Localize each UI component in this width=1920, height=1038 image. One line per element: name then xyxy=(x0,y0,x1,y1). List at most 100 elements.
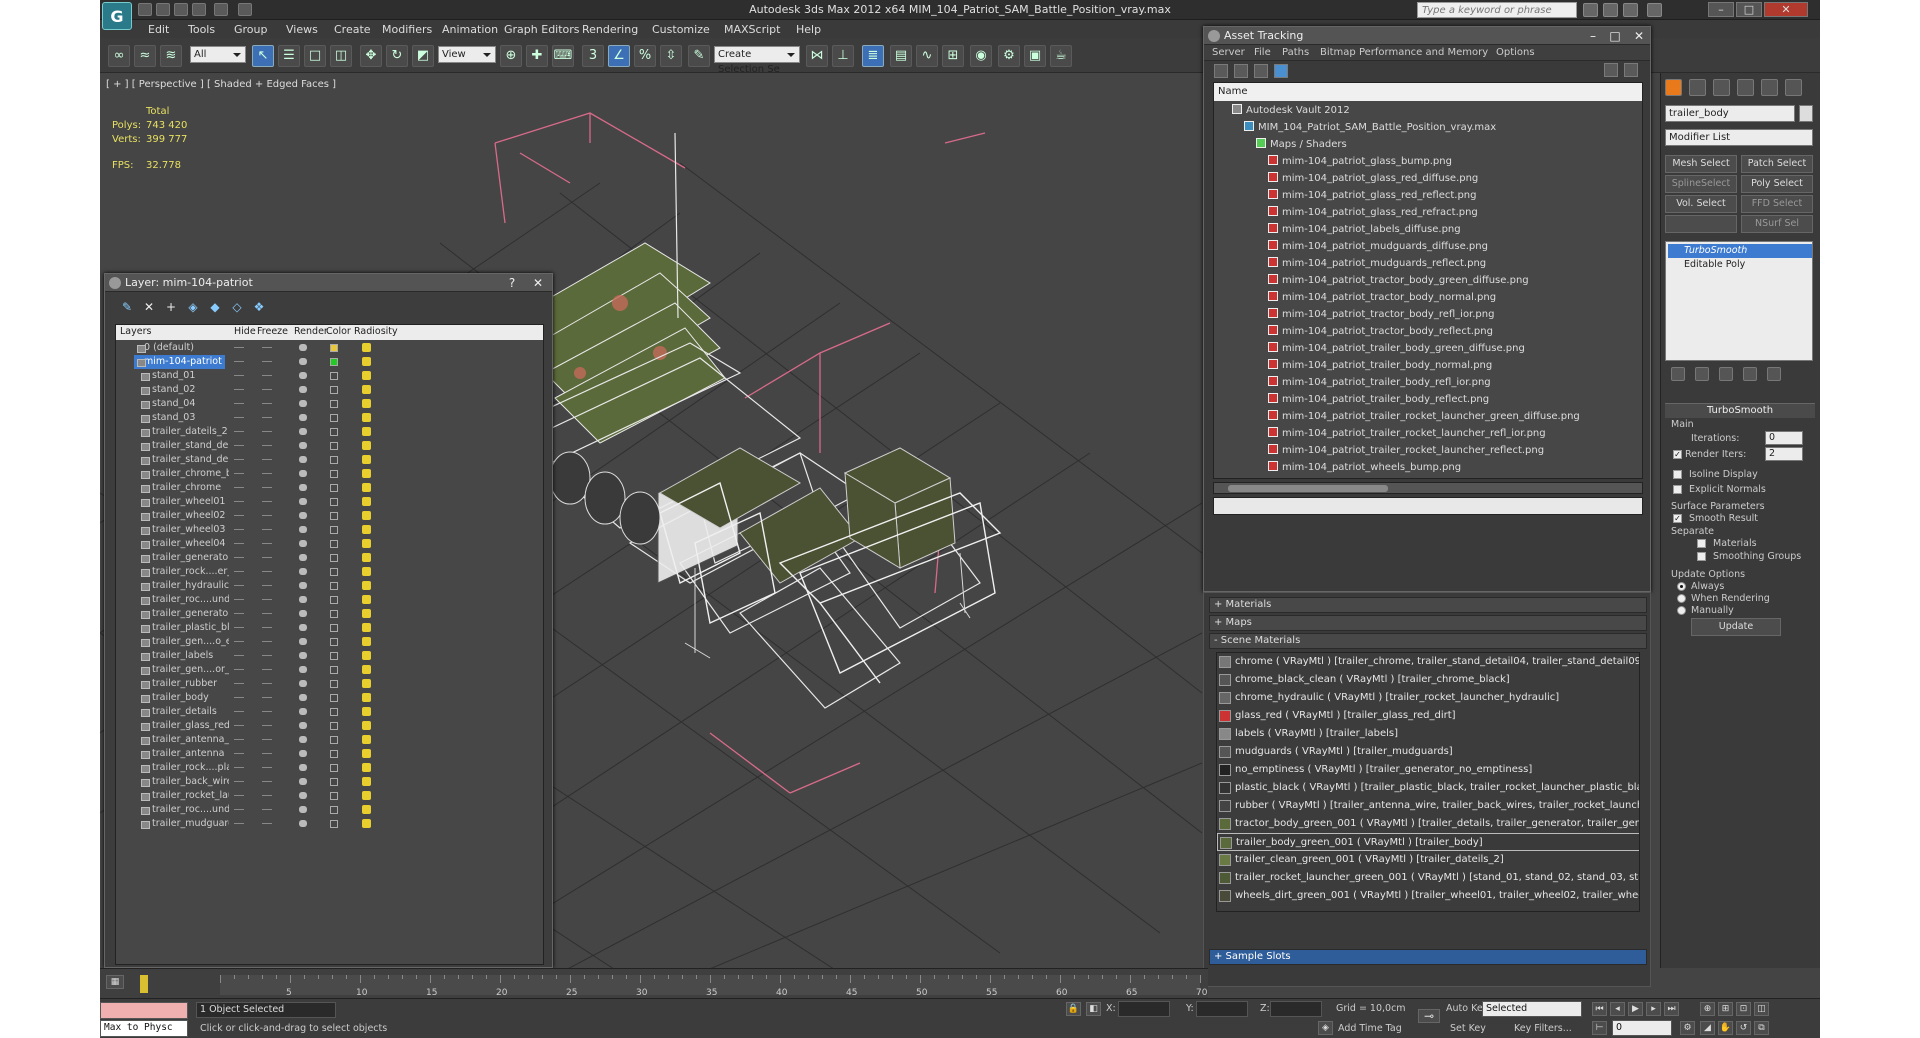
list-icon[interactable] xyxy=(1234,64,1248,78)
layer-color-swatch[interactable] xyxy=(330,582,338,590)
layer-row[interactable]: trailer_rock....pla xyxy=(116,761,543,775)
layer-freeze-toggle[interactable] xyxy=(262,431,272,432)
render-teapot-icon[interactable] xyxy=(299,652,307,659)
absolute-relative-icon[interactable]: ◧ xyxy=(1086,1002,1101,1016)
radiosity-icon[interactable] xyxy=(362,665,371,674)
x-coordinate-field[interactable] xyxy=(1118,1001,1170,1017)
layer-row[interactable]: mim-104-patriot xyxy=(116,355,543,369)
layer-row[interactable]: trailer_generator xyxy=(116,607,543,621)
asset-file-row[interactable]: mim-104_patriot_trailer_body_green_diffu… xyxy=(1268,340,1525,357)
layer-name[interactable]: trailer_wheel04 xyxy=(138,537,229,551)
layer-name[interactable]: trailer_hydraulic xyxy=(138,579,229,593)
named-selection-dropdown[interactable]: Create Selection Se xyxy=(714,46,800,75)
asset-file-row[interactable]: mim-104_patriot_glass_red_refract.png xyxy=(1268,204,1478,221)
layer-name[interactable]: trailer_gen....or_ xyxy=(138,663,229,677)
render-teapot-icon[interactable] xyxy=(299,694,307,701)
layer-row[interactable]: trailer_chrome_b xyxy=(116,467,543,481)
asset-file-row[interactable]: mim-104_patriot_wheels_bump.png xyxy=(1268,459,1461,476)
scene-material-row[interactable]: chrome_black_clean ( VRayMtl ) [trailer_… xyxy=(1217,671,1639,689)
create-tab-icon[interactable] xyxy=(1665,79,1682,96)
zoom-extents-icon[interactable]: ⊡ xyxy=(1736,1002,1751,1016)
mesh-select-button[interactable]: Mesh Select xyxy=(1665,155,1737,173)
scene-material-row[interactable]: mudguards ( VRayMtl ) [trailer_mudguards… xyxy=(1217,743,1639,761)
menu-create[interactable]: Create xyxy=(334,23,371,36)
menu-graph-editors[interactable]: Graph Editors xyxy=(504,23,580,36)
update-button[interactable]: Update xyxy=(1691,618,1781,636)
layer-name[interactable]: 0 (default) xyxy=(134,341,225,355)
unlink-icon[interactable]: ≈ xyxy=(134,45,156,67)
col-layers[interactable]: Layers xyxy=(120,326,151,337)
layer-row[interactable]: trailer_antenna xyxy=(116,747,543,761)
layer-name[interactable]: trailer_generator xyxy=(138,551,229,565)
asset-file-row[interactable]: mim-104_patriot_trailer_rocket_launcher_… xyxy=(1268,408,1580,425)
render-teapot-icon[interactable] xyxy=(299,680,307,687)
link-icon[interactable]: ∞ xyxy=(108,45,130,67)
layer-name[interactable]: trailer_wheel03 xyxy=(138,523,229,537)
layer-name[interactable]: trailer_generator xyxy=(138,607,229,621)
render-teapot-icon[interactable] xyxy=(299,358,307,365)
layer-name[interactable]: trailer_rock....er_ xyxy=(138,565,229,579)
layer-hide-toggle[interactable] xyxy=(234,809,244,810)
layer-color-swatch[interactable] xyxy=(330,456,338,464)
layer-freeze-toggle[interactable] xyxy=(262,697,272,698)
render-teapot-icon[interactable] xyxy=(299,736,307,743)
scene-material-row[interactable]: wheels_dirt_green_001 ( VRayMtl ) [trail… xyxy=(1217,887,1639,905)
layer-name[interactable]: stand_01 xyxy=(138,369,229,383)
key-mode-toggle-icon[interactable]: ⊢ xyxy=(1592,1021,1607,1035)
menu-maxscript[interactable]: MAXScript xyxy=(724,23,780,36)
layer-dialog-titlebar[interactable]: Layer: mim-104-patriot ? ✕ xyxy=(105,274,552,292)
zoom-extents-all-icon[interactable]: ◫ xyxy=(1754,1002,1769,1016)
layer-row[interactable]: trailer_gen....or_ xyxy=(116,663,543,677)
radiosity-icon[interactable] xyxy=(362,651,371,660)
spline-select-button[interactable]: SplineSelect xyxy=(1665,175,1737,193)
layer-row[interactable]: stand_01 xyxy=(116,369,543,383)
layer-hide-toggle[interactable] xyxy=(234,543,244,544)
layer-color-swatch[interactable] xyxy=(330,414,338,422)
next-frame-icon[interactable]: ▸ xyxy=(1646,1002,1661,1016)
maximize-button[interactable]: □ xyxy=(1736,2,1762,17)
radiosity-icon[interactable] xyxy=(362,483,371,492)
asset-menu-options[interactable]: Options xyxy=(1496,47,1535,58)
freeze-all-layers-icon[interactable]: ❖ xyxy=(251,299,267,315)
radiosity-icon[interactable] xyxy=(362,371,371,380)
layer-hide-toggle[interactable] xyxy=(234,403,244,404)
layer-freeze-toggle[interactable] xyxy=(262,627,272,628)
layer-color-swatch[interactable] xyxy=(330,652,338,660)
render-teapot-icon[interactable] xyxy=(299,386,307,393)
layer-color-swatch[interactable] xyxy=(330,526,338,534)
layer-freeze-toggle[interactable] xyxy=(262,543,272,544)
layer-color-swatch[interactable] xyxy=(330,736,338,744)
stack-editable-poly[interactable]: Editable Poly xyxy=(1668,258,1812,272)
field-of-view-icon[interactable]: ◢ xyxy=(1700,1021,1715,1035)
layer-color-swatch[interactable] xyxy=(330,344,338,352)
layer-freeze-toggle[interactable] xyxy=(262,501,272,502)
radiosity-icon[interactable] xyxy=(362,343,371,352)
layer-row[interactable]: stand_02 xyxy=(116,383,543,397)
vol-select-button[interactable]: Vol. Select xyxy=(1665,195,1737,213)
asset-file-row[interactable]: mim-104_patriot_trailer_body_refl_ior.pn… xyxy=(1268,374,1491,391)
layer-hide-toggle[interactable] xyxy=(234,515,244,516)
layer-hide-toggle[interactable] xyxy=(234,389,244,390)
refresh-icon[interactable] xyxy=(1214,64,1228,78)
layer-row[interactable]: trailer_gen....o_e xyxy=(116,635,543,649)
col-hide[interactable]: Hide xyxy=(234,326,256,337)
asset-file-row[interactable]: mim-104_patriot_mudguards_diffuse.png xyxy=(1268,238,1488,255)
scale-icon[interactable]: ◩ xyxy=(412,45,434,67)
layer-freeze-toggle[interactable] xyxy=(262,403,272,404)
menu-views[interactable]: Views xyxy=(286,23,318,36)
radiosity-icon[interactable] xyxy=(362,427,371,436)
layer-freeze-toggle[interactable] xyxy=(262,347,272,348)
previous-frame-icon[interactable]: ◂ xyxy=(1610,1002,1625,1016)
explicit-normals-checkbox[interactable] xyxy=(1673,485,1682,494)
layer-name[interactable]: trailer_stand_de xyxy=(138,439,229,453)
max-file-node[interactable]: MIM_104_Patriot_SAM_Battle_Position_vray… xyxy=(1244,119,1496,136)
layer-color-swatch[interactable] xyxy=(330,358,338,366)
rectangular-selection-icon[interactable]: □ xyxy=(304,45,326,67)
render-teapot-icon[interactable] xyxy=(299,470,307,477)
scene-material-row[interactable]: no_emptiness ( VRayMtl ) [trailer_genera… xyxy=(1217,761,1639,779)
schematic-view-icon[interactable]: ⊞ xyxy=(942,45,964,67)
maximize-viewport-icon[interactable]: ⧉ xyxy=(1754,1021,1769,1035)
select-manipulate-icon[interactable]: ✚ xyxy=(526,45,548,67)
asset-menu-bitmap[interactable]: Bitmap Performance and Memory xyxy=(1320,47,1488,58)
radiosity-icon[interactable] xyxy=(362,441,371,450)
